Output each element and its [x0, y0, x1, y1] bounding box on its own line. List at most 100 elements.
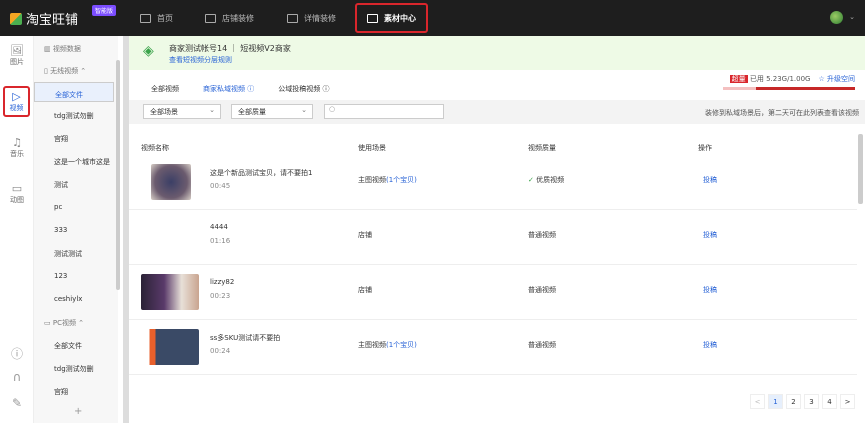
help-icon[interactable]: ⓘ	[0, 345, 34, 362]
sidebar-scrollbar[interactable]	[116, 60, 120, 290]
item-count-link[interactable]: (1个宝贝)	[386, 341, 417, 349]
quota-bar-fill	[756, 87, 855, 90]
rail-item-image[interactable]: 🖼 图片	[0, 44, 34, 67]
filter-bar: 全部场景 ⌄ 全部质量 ⌄ ○ 装修到私域场景后，第二天可在此列表查看该视频	[129, 100, 865, 124]
rail-item-gif[interactable]: ▭ 动图	[0, 182, 34, 205]
label: 视频数据	[52, 45, 81, 53]
sidebar-item[interactable]: pc	[54, 203, 62, 211]
page-button[interactable]: 4	[822, 394, 837, 409]
home-icon	[140, 13, 151, 23]
col-header-action: 操作	[698, 144, 712, 152]
sidebar-video-data[interactable]: ▥ 视频数据	[44, 44, 81, 54]
quota-text: 已用 5.23G/1.00G	[749, 75, 811, 83]
tab-private-videos[interactable]: 商家私域视频 ⓘ	[191, 80, 267, 102]
item-count-link[interactable]: (1个宝贝)	[386, 176, 417, 184]
video-quality: 普通视频	[528, 341, 556, 349]
table-scrollbar[interactable]	[858, 134, 863, 204]
video-quality: 普通视频	[528, 286, 556, 294]
sidebar-item[interactable]: 测试测试	[54, 249, 82, 259]
page-button[interactable]: 2	[786, 394, 801, 409]
sidebar-item[interactable]: 测试	[54, 180, 68, 190]
page-button[interactable]: 3	[804, 394, 819, 409]
video-thumbnail[interactable]	[141, 329, 199, 365]
tier-rules-link[interactable]: 查看短视频分层规则	[169, 55, 232, 65]
usage-scene: 店铺	[358, 285, 372, 295]
submit-button[interactable]: 投稿	[703, 230, 717, 240]
tab-public-videos[interactable]: 公域投稿视频 ⓘ	[266, 80, 341, 102]
sidebar-group-wireless[interactable]: ▯ 无线视频 ⌃	[44, 66, 86, 76]
sidebar-item[interactable]: tdg测试勿删	[54, 111, 94, 121]
nav-store-decor[interactable]: 店铺装修	[205, 0, 254, 36]
banner-title: 商家测试帐号14 ｜ 短视频V2商家	[169, 44, 291, 53]
detail-icon	[287, 13, 298, 23]
folder-sidebar: ▥ 视频数据 ▯ 无线视频 ⌃ 全部文件 tdg测试勿删 宫翔 这是一个城市这是…	[34, 36, 118, 423]
gif-icon: ▭	[11, 182, 23, 195]
icon-rail: 🖼 图片 ▷ 视频 ♫ 音乐 ▭ 动图 ⓘ ∩ ✎	[0, 36, 34, 423]
usage-scene: 主图视频(1个宝贝)	[358, 175, 417, 185]
avatar[interactable]	[830, 11, 843, 24]
table-row: 这是个新品测试宝贝，请不要拍1 00:45 主图视频(1个宝贝) ✓ 优质视频 …	[129, 156, 857, 210]
page-button[interactable]: 1	[768, 394, 783, 409]
video-duration: 00:23	[210, 292, 231, 300]
col-header-name: 视频名称	[141, 144, 169, 152]
music-icon: ♫	[12, 136, 22, 149]
next-page-button[interactable]: >	[840, 394, 855, 409]
over-quota-badge: 超量	[729, 75, 748, 83]
rail-item-video[interactable]: ▷ 视频	[3, 86, 30, 117]
add-folder-button[interactable]: +	[74, 406, 82, 417]
video-thumbnail[interactable]	[151, 164, 191, 200]
table-row: ss多SKU测试请不要拍 00:24 主图视频(1个宝贝) 普通视频 投稿	[129, 321, 857, 375]
submit-button[interactable]: 投稿	[703, 340, 717, 350]
sidebar-item[interactable]: 333	[54, 226, 67, 234]
video-quality: 普通视频	[528, 231, 556, 239]
chevron-down-icon[interactable]: ⌄	[849, 13, 855, 21]
video-quality: ✓ 优质视频	[528, 175, 564, 185]
sidebar-group-pc[interactable]: ▭ PC视频 ⌃	[44, 318, 84, 328]
nav-detail-decor[interactable]: 详情装修	[287, 0, 336, 36]
headset-icon[interactable]: ∩	[0, 370, 34, 384]
edition-badge: 智能版	[92, 5, 117, 16]
video-name: 4444	[210, 223, 228, 231]
select-value: 全部场景	[150, 108, 178, 116]
label: 无线视频	[50, 67, 79, 75]
sidebar-item[interactable]: tdg测试勿删	[54, 364, 94, 374]
tabs: 全部视频 商家私域视频 ⓘ 公域投稿视频 ⓘ	[139, 80, 341, 102]
layers-icon: ◈	[143, 43, 154, 59]
check-circle-icon: ✓	[528, 176, 534, 184]
submit-button[interactable]: 投稿	[703, 175, 717, 185]
upgrade-link[interactable]: ☆ 升级空间	[818, 75, 855, 83]
prev-page-button[interactable]: <	[750, 394, 765, 409]
sidebar-item[interactable]: 全部文件	[54, 341, 82, 351]
scene-select[interactable]: 全部场景 ⌄	[143, 104, 221, 119]
sidebar-item[interactable]: 这是一个城市这是	[54, 157, 110, 167]
scene-text: 主图视频	[358, 341, 386, 349]
video-name: lizzy82	[210, 278, 235, 286]
rail-label: 音乐	[10, 150, 24, 158]
store-icon	[205, 13, 216, 23]
quality-text: 优质视频	[536, 176, 565, 184]
sidebar-item[interactable]: 宫翔	[54, 387, 68, 397]
main-panel: ◈ 商家测试帐号14 ｜ 短视频V2商家 查看短视频分层规则 全部视频 商家私域…	[129, 36, 865, 423]
scene-text: 店铺	[358, 231, 372, 239]
tab-all-videos[interactable]: 全部视频	[139, 80, 191, 102]
select-value: 全部质量	[238, 108, 266, 116]
rail-label: 图片	[10, 58, 24, 66]
submit-button[interactable]: 投稿	[703, 285, 717, 295]
quality-select[interactable]: 全部质量 ⌄	[231, 104, 313, 119]
sidebar-item[interactable]: 123	[54, 272, 67, 280]
rail-label: 动图	[10, 196, 24, 204]
edit-icon[interactable]: ✎	[0, 396, 34, 410]
sidebar-item[interactable]: 宫翔	[54, 134, 68, 144]
video-name: 这是个新品测试宝贝，请不要拍1	[210, 169, 313, 177]
chevron-down-icon: ⌄	[209, 106, 215, 114]
rail-item-music[interactable]: ♫ 音乐	[0, 136, 34, 159]
video-duration: 00:24	[210, 347, 231, 355]
account-banner: ◈ 商家测试帐号14 ｜ 短视频V2商家 查看短视频分层规则	[129, 36, 865, 70]
sidebar-item[interactable]: 全部文件	[34, 82, 114, 102]
video-thumbnail[interactable]	[141, 274, 199, 310]
logo[interactable]: 淘宝旺铺	[10, 9, 78, 28]
sidebar-item[interactable]: ceshiylx	[54, 295, 82, 303]
nav-material-center[interactable]: 素材中心	[355, 3, 428, 33]
search-input[interactable]: ○	[324, 104, 444, 119]
nav-home[interactable]: 首页	[140, 0, 173, 36]
